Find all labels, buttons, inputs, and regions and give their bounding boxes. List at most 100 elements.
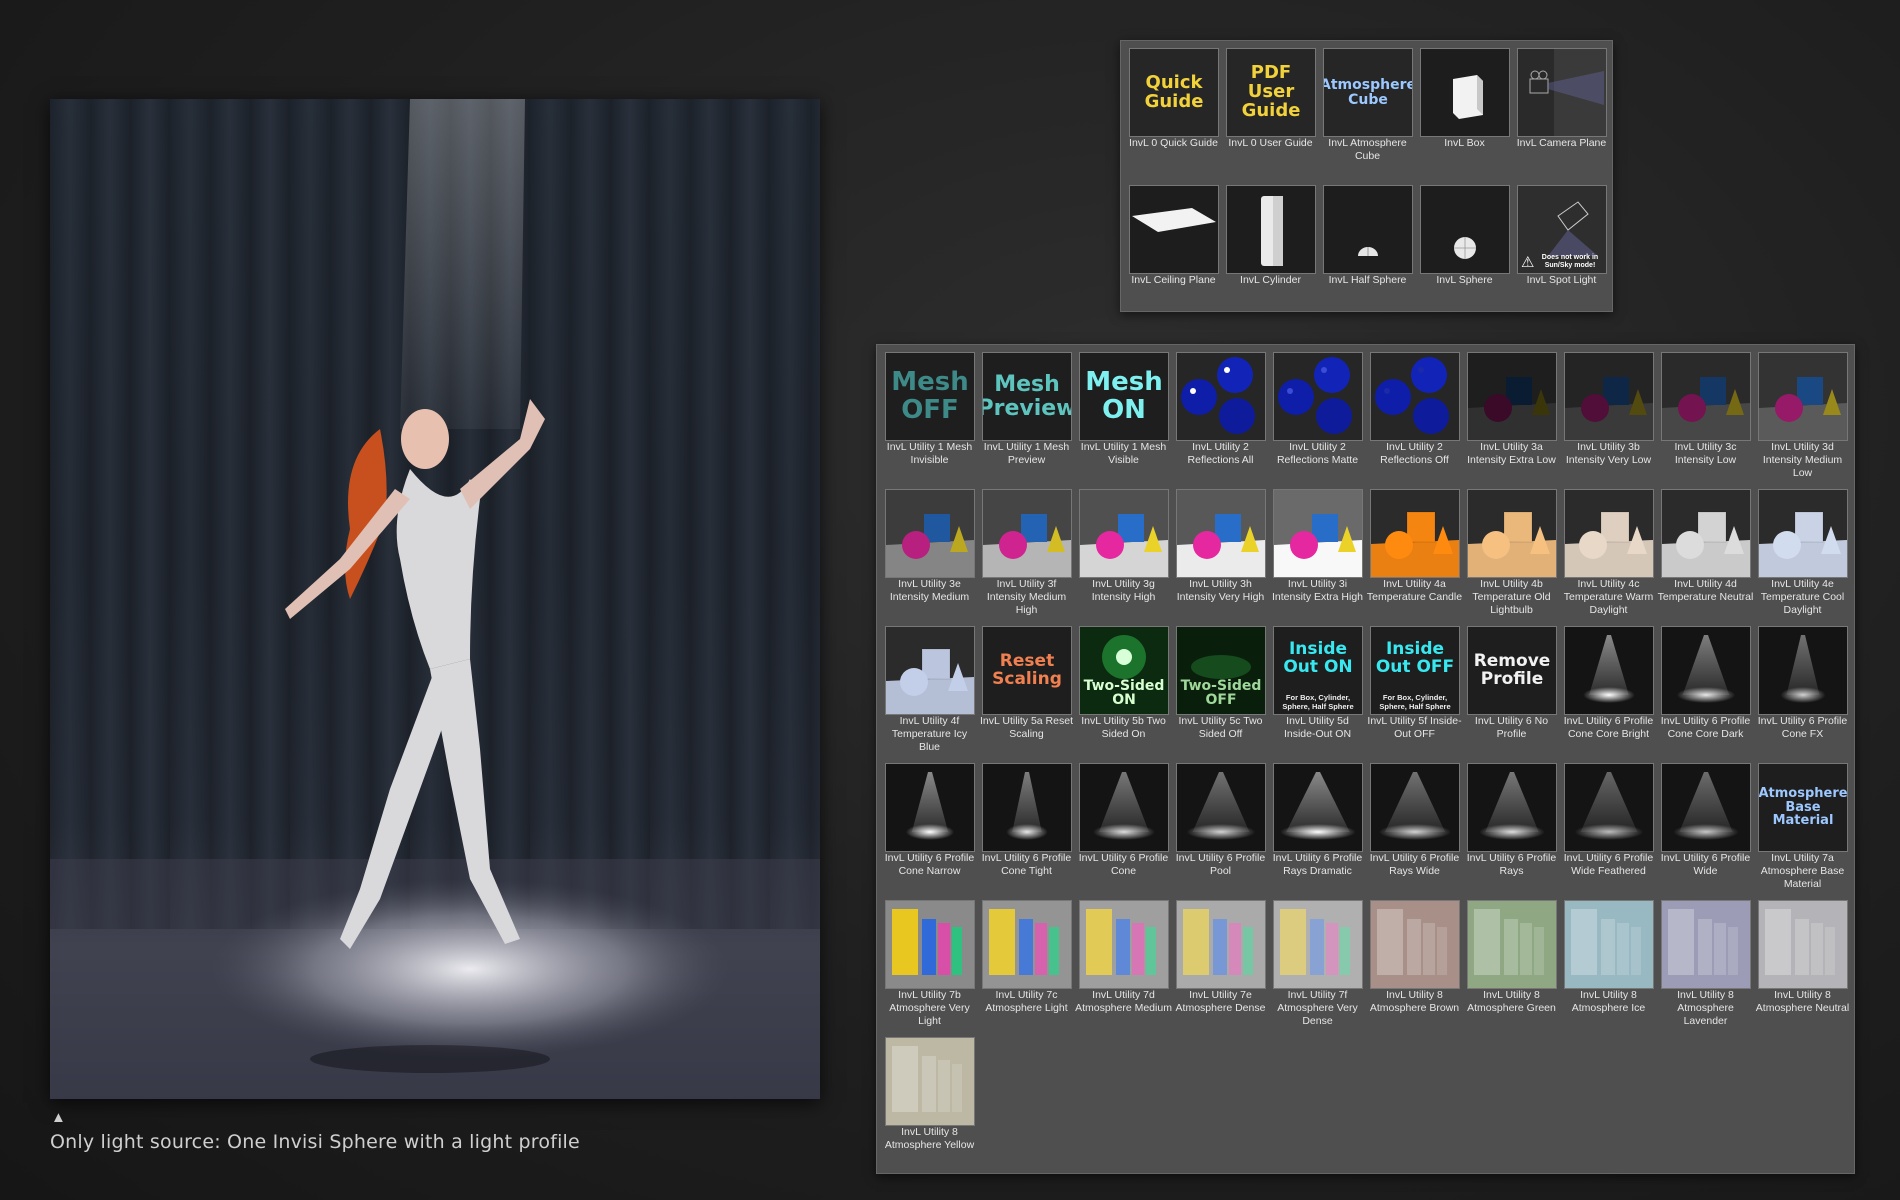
invl-utility-6-profile-wide-thumbnail-icon[interactable] [1661,763,1751,852]
invl-utility-7d-atmosphere-medium-thumbnail-icon[interactable] [1079,900,1169,989]
ceiling-plane-icon[interactable] [1129,185,1219,274]
invl-utility-6-profile-rays-thumbnail-icon[interactable] [1467,763,1557,852]
main_panel-tile-invl-utility-6-profile-cone-narrow[interactable]: InvL Utility 6 Profile Cone Narrow [881,760,978,897]
main_panel-tile-invl-utility-3a-intensity-extra-low[interactable]: InvL Utility 3a Intensity Extra Low [1463,349,1560,486]
top_panel-tile-invl-0-user-guide[interactable]: PDF User Guide InvL 0 User Guide [1222,45,1319,182]
invl-utility-8-atmosphere-neutral-thumbnail-icon[interactable] [1758,900,1848,989]
invl-utility-7c-atmosphere-light-thumbnail-icon[interactable] [982,900,1072,989]
invl-utility-2-reflections-all-thumbnail-icon[interactable] [1176,352,1266,441]
main_panel-tile-invl-utility-6-profile-rays-wide[interactable]: InvL Utility 6 Profile Rays Wide [1366,760,1463,897]
invl-utility-6-profile-wide-feathered-thumbnail-icon[interactable] [1564,763,1654,852]
top_panel-tile-invl-0-quick-guide[interactable]: Quick Guide InvL 0 Quick Guide [1125,45,1222,182]
invl-utility-7f-atmosphere-very-dense-thumbnail-icon[interactable] [1273,900,1363,989]
invl-utility-2-reflections-matte-thumbnail-icon[interactable] [1273,352,1363,441]
invl-utility-6-profile-pool-thumbnail-icon[interactable] [1176,763,1266,852]
main_panel-tile-invl-utility-7f-atmosphere-very-dense[interactable]: InvL Utility 7f Atmosphere Very Dense [1269,897,1366,1034]
main_panel-tile-invl-utility-3e-intensity-medium[interactable]: InvL Utility 3e Intensity Medium [881,486,978,623]
invl-utility-3e-intensity-medium-thumbnail-icon[interactable] [885,489,975,578]
invl-utility-6-no-profile-thumbnail-icon[interactable]: Remove Profile [1467,626,1557,715]
sphere-icon[interactable] [1420,185,1510,274]
invl-utility-4b-temperature-old-lightbulb-thumbnail-icon[interactable] [1467,489,1557,578]
invl-utility-1-mesh-invisible-thumbnail-icon[interactable]: Mesh OFF [885,352,975,441]
invl-utility-6-profile-cone-core-bright-thumbnail-icon[interactable] [1564,626,1654,715]
main_panel-tile-invl-utility-6-profile-wide[interactable]: InvL Utility 6 Profile Wide [1657,760,1754,897]
atmosphere-cube-icon[interactable]: Atmosphere Cube [1323,48,1413,137]
invl-utility-8-atmosphere-green-thumbnail-icon[interactable] [1467,900,1557,989]
top_panel-tile-invl-spot-light[interactable]: ⚠ Does not work in Sun/Sky mode! InvL Spot… [1513,182,1610,319]
top_panel-tile-invl-sphere[interactable]: InvL Sphere [1416,182,1513,319]
invl-utility-4f-temperature-icy-blue-thumbnail-icon[interactable] [885,626,975,715]
main_panel-tile-invl-utility-6-no-profile[interactable]: Remove Profile InvL Utility 6 No Profile [1463,623,1560,760]
main_panel-tile-invl-utility-6-profile-cone-fx[interactable]: InvL Utility 6 Profile Cone FX [1754,623,1851,760]
main_panel-tile-invl-utility-3h-intensity-very-high[interactable]: InvL Utility 3h Intensity Very High [1172,486,1269,623]
main_panel-tile-invl-utility-6-profile-cone-tight[interactable]: InvL Utility 6 Profile Cone Tight [978,760,1075,897]
main_panel-tile-invl-utility-6-profile-wide-feathered[interactable]: InvL Utility 6 Profile Wide Feathered [1560,760,1657,897]
invl-utility-5c-two-sided-off-thumbnail-icon[interactable]: Two-Sided OFF [1176,626,1266,715]
main_panel-tile-invl-utility-4c-temperature-warm-daylight[interactable]: InvL Utility 4c Temperature Warm Dayligh… [1560,486,1657,623]
invl-utility-2-reflections-off-thumbnail-icon[interactable] [1370,352,1460,441]
main_panel-tile-invl-utility-8-atmosphere-ice[interactable]: InvL Utility 8 Atmosphere Ice [1560,897,1657,1034]
box-icon[interactable] [1420,48,1510,137]
main_panel-tile-invl-utility-7b-atmosphere-very-light[interactable]: InvL Utility 7b Atmosphere Very Light [881,897,978,1034]
invl-utility-3b-intensity-very-low-thumbnail-icon[interactable] [1564,352,1654,441]
invl-utility-8-atmosphere-ice-thumbnail-icon[interactable] [1564,900,1654,989]
top_panel-tile-invl-half-sphere[interactable]: InvL Half Sphere [1319,182,1416,319]
main_panel-tile-invl-utility-1-mesh-visible[interactable]: Mesh ON InvL Utility 1 Mesh Visible [1075,349,1172,486]
invl-utility-4d-temperature-neutral-thumbnail-icon[interactable] [1661,489,1751,578]
main_panel-tile-invl-utility-4f-temperature-icy-blue[interactable]: InvL Utility 4f Temperature Icy Blue [881,623,978,760]
main_panel-tile-invl-utility-5f-inside-out-off[interactable]: Inside Out OFF For Box, Cylinder, Sphere,… [1366,623,1463,760]
main_panel-tile-invl-utility-2-reflections-all[interactable]: InvL Utility 2 Reflections All [1172,349,1269,486]
main_panel-tile-invl-utility-7e-atmosphere-dense[interactable]: InvL Utility 7e Atmosphere Dense [1172,897,1269,1034]
main_panel-tile-invl-utility-3i-intensity-extra-high[interactable]: InvL Utility 3i Intensity Extra High [1269,486,1366,623]
camera-plane-icon[interactable] [1517,48,1607,137]
main_panel-tile-invl-utility-3d-intensity-medium-low[interactable]: InvL Utility 3d Intensity Medium Low [1754,349,1851,486]
top_panel-tile-invl-ceiling-plane[interactable]: InvL Ceiling Plane [1125,182,1222,319]
invl-utility-6-profile-cone-narrow-thumbnail-icon[interactable] [885,763,975,852]
invl-utility-5a-reset-scaling-thumbnail-icon[interactable]: Reset Scaling [982,626,1072,715]
invl-utility-7e-atmosphere-dense-thumbnail-icon[interactable] [1176,900,1266,989]
pdf-guide-icon[interactable]: PDF User Guide [1226,48,1316,137]
main_panel-tile-invl-utility-1-mesh-preview[interactable]: Mesh Preview InvL Utility 1 Mesh Preview [978,349,1075,486]
main_panel-tile-invl-utility-3f-intensity-medium-high[interactable]: InvL Utility 3f Intensity Medium High [978,486,1075,623]
main_panel-tile-invl-utility-5c-two-sided-off[interactable]: Two-Sided OFF InvL Utility 5c Two Sided O… [1172,623,1269,760]
invl-utility-7b-atmosphere-very-light-thumbnail-icon[interactable] [885,900,975,989]
invl-utility-7a-atmosphere-base-material-thumbnail-icon[interactable]: Atmosphere Base Material [1758,763,1848,852]
invl-utility-6-profile-cone-tight-thumbnail-icon[interactable] [982,763,1072,852]
main_panel-tile-invl-utility-2-reflections-matte[interactable]: InvL Utility 2 Reflections Matte [1269,349,1366,486]
main_panel-tile-invl-utility-7a-atmosphere-base-material[interactable]: Atmosphere Base Material InvL Utility 7a … [1754,760,1851,897]
main_panel-tile-invl-utility-2-reflections-off[interactable]: InvL Utility 2 Reflections Off [1366,349,1463,486]
invl-utility-6-profile-rays-wide-thumbnail-icon[interactable] [1370,763,1460,852]
main_panel-tile-invl-utility-4b-temperature-old-lightbulb[interactable]: InvL Utility 4b Temperature Old Lightbul… [1463,486,1560,623]
main_panel-tile-invl-utility-8-atmosphere-yellow[interactable]: InvL Utility 8 Atmosphere Yellow [881,1034,978,1171]
main_panel-tile-invl-utility-4e-temperature-cool-daylight[interactable]: InvL Utility 4e Temperature Cool Dayligh… [1754,486,1851,623]
main_panel-tile-invl-utility-6-profile-rays[interactable]: InvL Utility 6 Profile Rays [1463,760,1560,897]
main_panel-tile-invl-utility-6-profile-rays-dramatic[interactable]: InvL Utility 6 Profile Rays Dramatic [1269,760,1366,897]
invl-utility-1-mesh-preview-thumbnail-icon[interactable]: Mesh Preview [982,352,1072,441]
main_panel-tile-invl-utility-7d-atmosphere-medium[interactable]: InvL Utility 7d Atmosphere Medium [1075,897,1172,1034]
invl-utility-3i-intensity-extra-high-thumbnail-icon[interactable] [1273,489,1363,578]
invl-utility-3a-intensity-extra-low-thumbnail-icon[interactable] [1467,352,1557,441]
invl-utility-4a-temperature-candle-thumbnail-icon[interactable] [1370,489,1460,578]
invl-utility-8-atmosphere-yellow-thumbnail-icon[interactable] [885,1037,975,1126]
main_panel-tile-invl-utility-5b-two-sided-on[interactable]: Two-Sided ON InvL Utility 5b Two Sided On [1075,623,1172,760]
invl-utility-3g-intensity-high-thumbnail-icon[interactable] [1079,489,1169,578]
main_panel-tile-invl-utility-4d-temperature-neutral[interactable]: InvL Utility 4d Temperature Neutral [1657,486,1754,623]
main_panel-tile-invl-utility-8-atmosphere-green[interactable]: InvL Utility 8 Atmosphere Green [1463,897,1560,1034]
top_panel-tile-invl-camera-plane[interactable]: InvL Camera Plane [1513,45,1610,182]
invl-utility-3f-intensity-medium-high-thumbnail-icon[interactable] [982,489,1072,578]
main_panel-tile-invl-utility-8-atmosphere-lavender[interactable]: InvL Utility 8 Atmosphere Lavender [1657,897,1754,1034]
main_panel-tile-invl-utility-6-profile-cone[interactable]: InvL Utility 6 Profile Cone [1075,760,1172,897]
invl-utility-6-profile-cone-thumbnail-icon[interactable] [1079,763,1169,852]
main_panel-tile-invl-utility-3c-intensity-low[interactable]: InvL Utility 3c Intensity Low [1657,349,1754,486]
invl-utility-6-profile-rays-dramatic-thumbnail-icon[interactable] [1273,763,1363,852]
invl-utility-5b-two-sided-on-thumbnail-icon[interactable]: Two-Sided ON [1079,626,1169,715]
invl-utility-3d-intensity-medium-low-thumbnail-icon[interactable] [1758,352,1848,441]
top_panel-tile-invl-atmosphere-cube[interactable]: Atmosphere Cube InvL Atmosphere Cube [1319,45,1416,182]
main_panel-tile-invl-utility-5a-reset-scaling[interactable]: Reset Scaling InvL Utility 5a Reset Scali… [978,623,1075,760]
cylinder-icon[interactable] [1226,185,1316,274]
invl-utility-3h-intensity-very-high-thumbnail-icon[interactable] [1176,489,1266,578]
half-sphere-icon[interactable] [1323,185,1413,274]
invl-utility-3c-intensity-low-thumbnail-icon[interactable] [1661,352,1751,441]
main_panel-tile-invl-utility-8-atmosphere-brown[interactable]: InvL Utility 8 Atmosphere Brown [1366,897,1463,1034]
main_panel-tile-invl-utility-4a-temperature-candle[interactable]: InvL Utility 4a Temperature Candle [1366,486,1463,623]
